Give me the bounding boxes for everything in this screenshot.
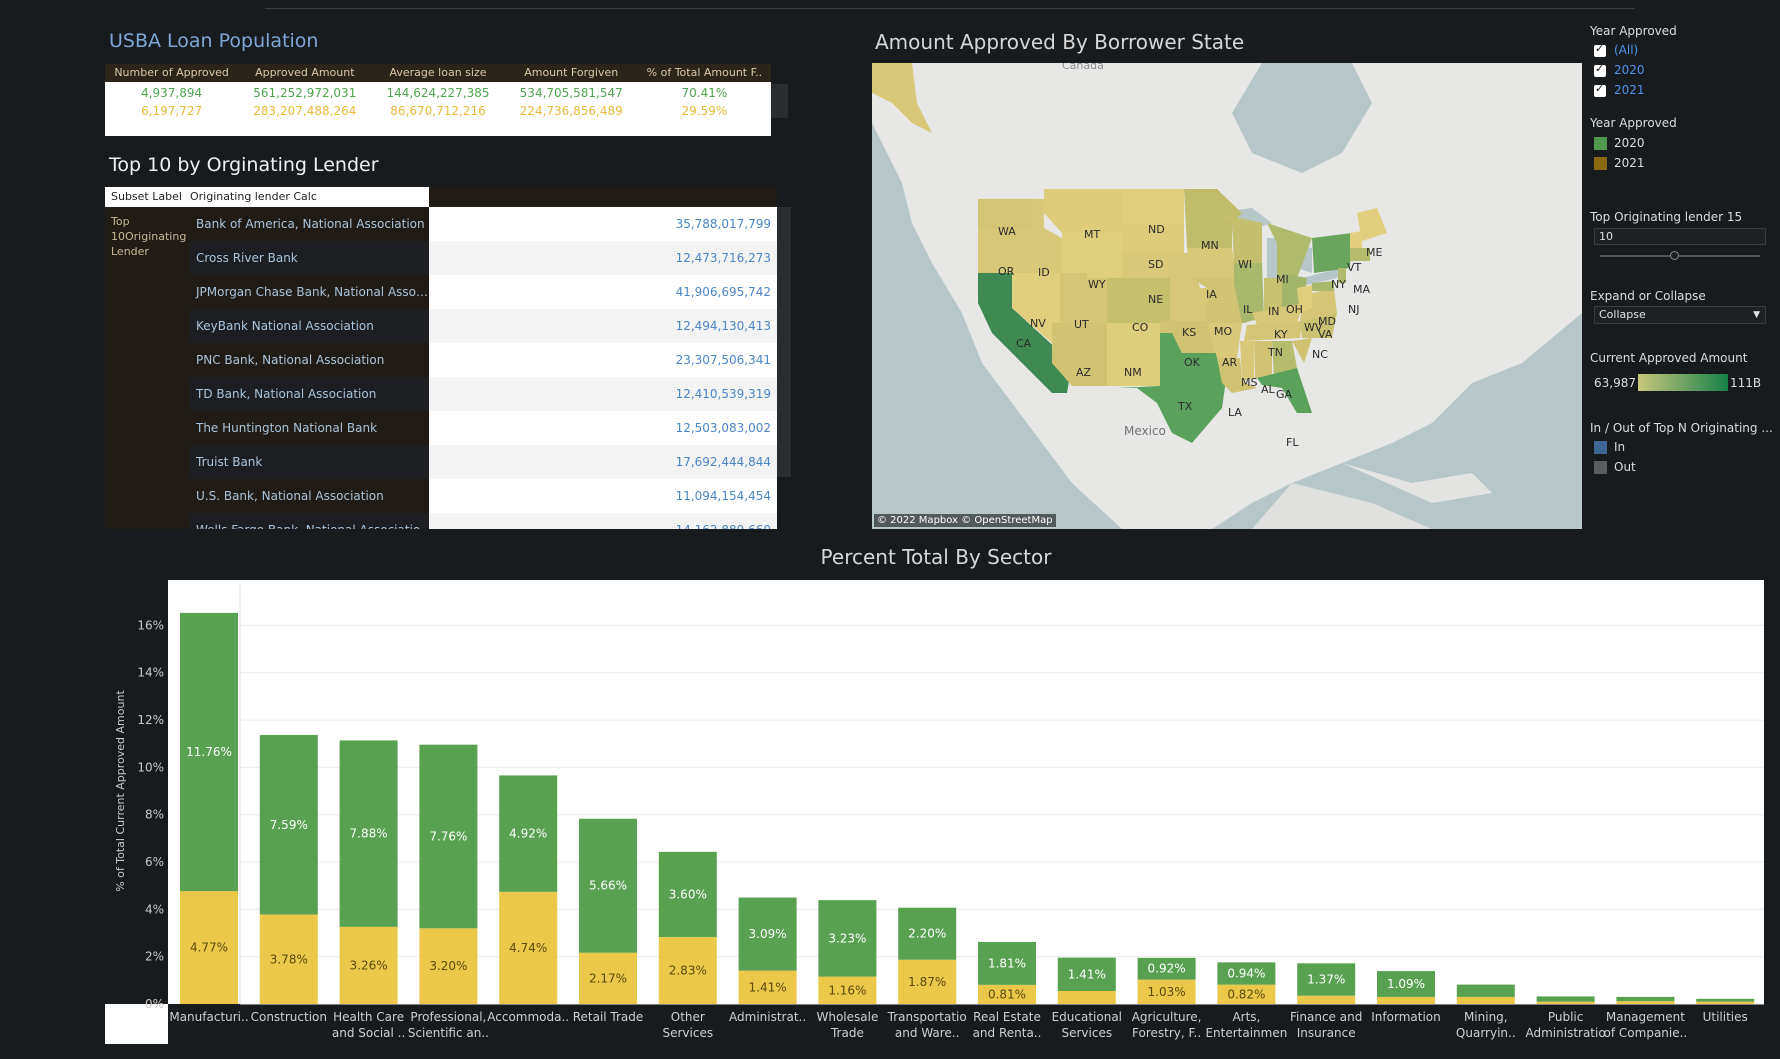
x-tick-label: Insurance xyxy=(1297,1026,1356,1040)
y-tick-label: 16% xyxy=(137,618,164,632)
y-tick-label: 2% xyxy=(145,950,164,964)
bar-data-label: 11.76% xyxy=(186,745,232,759)
bar-data-label: 3.09% xyxy=(749,927,787,941)
x-tick-label: Wholesale xyxy=(816,1010,878,1024)
x-tick-label: Management xyxy=(1606,1010,1685,1024)
bar-data-label: 4.74% xyxy=(509,941,547,955)
bar-chart: 0% 2% 4% 6% 8% 10% 12% 14% 16% % of Total Current… xyxy=(114,585,1764,1040)
bar-segment-2021[interactable] xyxy=(1057,990,1116,1004)
bar-segment-2021[interactable] xyxy=(1616,1001,1675,1004)
bar-data-label: 0.94% xyxy=(1227,966,1265,980)
bar-segment-2021[interactable] xyxy=(1377,996,1435,1004)
bar-data-label: 3.26% xyxy=(350,958,388,972)
x-tick-label: Entertainmen xyxy=(1205,1026,1287,1040)
y-tick-label: 12% xyxy=(137,713,164,727)
bar-data-label: 3.60% xyxy=(669,887,707,901)
x-tick-label: Trade xyxy=(830,1026,864,1040)
bar-data-label: 2.20% xyxy=(908,927,946,941)
x-tick-label: Other xyxy=(671,1010,705,1024)
x-tick-label: Transportatio xyxy=(887,1010,967,1024)
x-tick-label: Services xyxy=(662,1026,713,1040)
x-tick-label: Mining, xyxy=(1464,1010,1508,1024)
x-tick-label: Quarryin.. xyxy=(1456,1026,1516,1040)
bar-data-label: 3.20% xyxy=(429,959,467,973)
x-tick-label: Arts, xyxy=(1232,1010,1260,1024)
x-tick-label: and Ware.. xyxy=(895,1026,960,1040)
x-tick-label: Services xyxy=(1061,1026,1112,1040)
x-tick-label: Real Estate xyxy=(973,1010,1041,1024)
bar-data-label: 7.76% xyxy=(429,829,467,843)
y-tick-label: 4% xyxy=(145,902,164,916)
bar-segment-2021[interactable] xyxy=(1297,995,1356,1004)
bar-data-label: 7.59% xyxy=(270,818,308,832)
bar-data-label: 1.41% xyxy=(749,980,787,994)
x-tick-label: Administrat.. xyxy=(729,1010,806,1024)
x-tick-label: Accommoda.. xyxy=(487,1010,569,1024)
x-tick-label: Utilities xyxy=(1703,1010,1748,1024)
bar-segment-2021[interactable] xyxy=(1536,1001,1595,1004)
x-tick-label: Public xyxy=(1548,1010,1584,1024)
bar-data-label: 2.17% xyxy=(589,971,627,985)
x-tick-label: and Renta.. xyxy=(973,1026,1042,1040)
bar-segment-2020[interactable] xyxy=(1536,996,1595,1002)
x-tick-label: Construction xyxy=(251,1010,327,1024)
x-tick-label: Retail Trade xyxy=(573,1010,644,1024)
x-tick-label: Educational xyxy=(1052,1010,1122,1024)
x-tick-label: Health Care xyxy=(333,1010,404,1024)
bar-data-label: 1.41% xyxy=(1068,967,1106,981)
x-tick-label: Administratio xyxy=(1525,1026,1605,1040)
x-tick-label: and Social .. xyxy=(332,1026,405,1040)
x-tick-label: Manufacturi.. xyxy=(169,1010,248,1024)
x-tick-label: Finance and xyxy=(1290,1010,1362,1024)
bar-data-label: 1.09% xyxy=(1387,977,1425,991)
bar-data-label: 0.81% xyxy=(988,987,1026,1001)
y-tick-label: 8% xyxy=(145,808,164,822)
x-tick-label: Scientific an.. xyxy=(408,1026,489,1040)
bar-data-label: 1.87% xyxy=(908,975,946,989)
bar-data-label: 4.77% xyxy=(190,941,228,955)
bar-data-label: 5.66% xyxy=(589,879,627,893)
x-tick-label: Forestry, F.. xyxy=(1132,1026,1201,1040)
bar-data-label: 2.83% xyxy=(669,964,707,978)
x-tick-label: Professional, xyxy=(410,1010,486,1024)
bar-data-label: 1.81% xyxy=(988,956,1026,970)
bar-data-label: 3.78% xyxy=(270,952,308,966)
y-tick-label: 0% xyxy=(145,997,164,1011)
bar-data-label: 0.82% xyxy=(1227,987,1265,1001)
y-tick-label: 6% xyxy=(145,855,164,869)
bar-segment-2020[interactable] xyxy=(1456,984,1515,997)
y-axis-label: % of Total Current Approved Amount xyxy=(114,690,127,892)
bar-data-label: 1.16% xyxy=(828,983,866,997)
bar-segment-2020[interactable] xyxy=(1696,998,1755,1002)
bar-segment-2021[interactable] xyxy=(1456,996,1515,1004)
bar-segment-2021[interactable] xyxy=(1696,1001,1755,1004)
bar-data-label: 4.92% xyxy=(509,827,547,841)
bar-segment-2020[interactable] xyxy=(1616,996,1675,1002)
bar-data-label: 3.23% xyxy=(828,931,866,945)
bar-data-label: 1.37% xyxy=(1307,973,1345,987)
x-tick-label: Agriculture, xyxy=(1132,1010,1202,1024)
bar-data-label: 0.92% xyxy=(1148,962,1186,976)
y-tick-label: 14% xyxy=(137,666,164,680)
x-tick-label: Information xyxy=(1371,1010,1440,1024)
bar-data-label: 1.03% xyxy=(1148,985,1186,999)
bar-data-label: 7.88% xyxy=(350,827,388,841)
y-tick-label: 10% xyxy=(137,760,164,774)
x-tick-label: of Companie.. xyxy=(1604,1026,1688,1040)
